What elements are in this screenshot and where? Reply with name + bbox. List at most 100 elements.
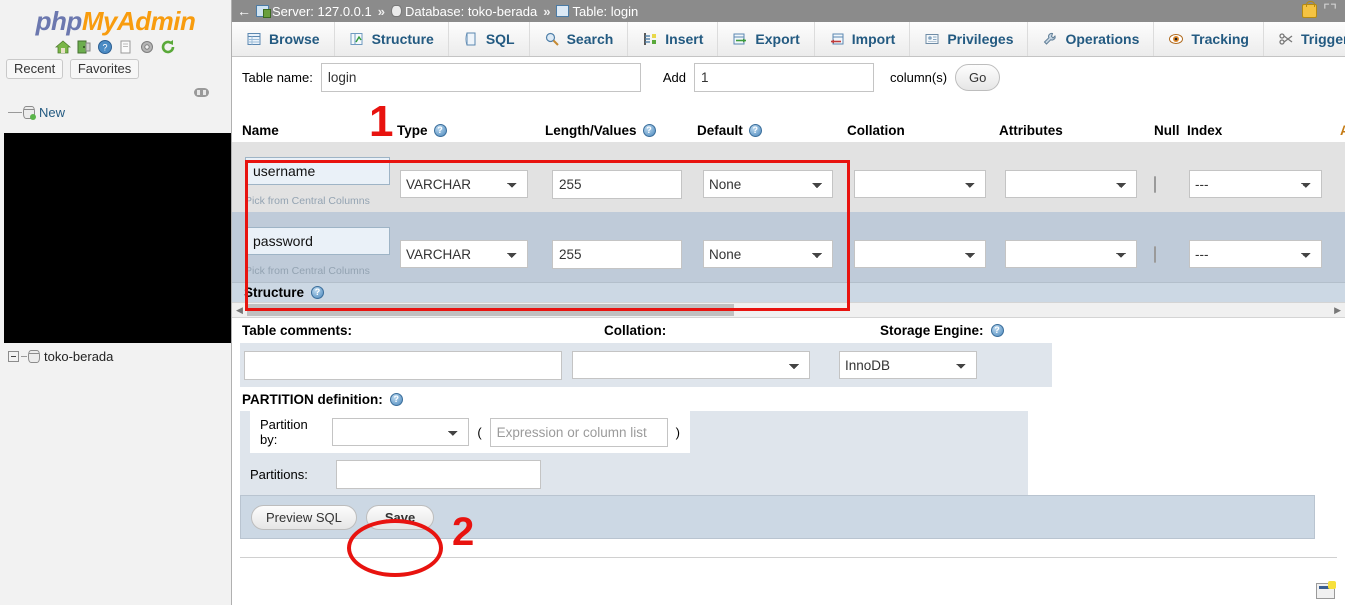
help-icon[interactable]: ? [97, 39, 113, 55]
column-default-select[interactable]: None [703, 240, 833, 268]
add-label: Add [662, 69, 686, 85]
favorites-button[interactable]: Favorites [69, 59, 140, 79]
scroll-right-arrow[interactable]: ▶ [1334, 305, 1341, 316]
logout-icon[interactable] [76, 39, 92, 55]
preview-sql-button[interactable]: Preview SQL [251, 504, 357, 530]
annotation-step-2: 2 [452, 510, 475, 554]
column-null-checkbox[interactable] [1154, 176, 1156, 193]
column-name-input[interactable] [245, 227, 390, 255]
home-icon[interactable] [54, 39, 72, 55]
breadcrumb-database[interactable]: Database: toko-berada [390, 4, 537, 19]
help-icon[interactable]: ? [311, 286, 325, 299]
console-icon[interactable] [1316, 581, 1336, 599]
storage-engine-select[interactable]: InnoDB [839, 351, 977, 379]
column-index-select[interactable]: --- [1189, 170, 1322, 198]
tree-connector [21, 355, 27, 357]
table-options-fields: InnoDB [240, 343, 1052, 387]
tab-triggers[interactable]: Triggers [1263, 22, 1345, 56]
settings-icon[interactable] [139, 39, 155, 55]
tab-insert-label: Insert [665, 31, 704, 47]
phpmyadmin-window: phpMyAdmin ? Recent Favorites New toko-b… [0, 0, 1345, 605]
sidebar-item-new[interactable]: New [0, 103, 231, 121]
column-attributes-select[interactable] [1005, 170, 1137, 198]
field-attributes-cell [1005, 170, 1137, 198]
triggers-icon [1278, 31, 1294, 47]
partition-section-header: PARTITION definition: ? [232, 387, 1345, 411]
header-null: Null [1154, 123, 1180, 138]
partitions-input[interactable] [336, 459, 541, 489]
tab-insert[interactable]: Insert [628, 22, 719, 56]
table-collation-select[interactable] [572, 351, 810, 379]
tab-sql[interactable]: SQL [448, 22, 530, 56]
tab-structure-label: Structure [371, 31, 434, 47]
tab-operations[interactable]: Operations [1028, 22, 1155, 56]
export-icon [732, 31, 748, 47]
column-type-select[interactable]: VARCHAR [400, 170, 528, 198]
column-type-select[interactable]: VARCHAR [400, 240, 528, 268]
server-icon [256, 5, 271, 18]
pick-central-columns-link[interactable]: Pick from Central Columns [245, 195, 390, 207]
breadcrumb: Server: 127.0.0.1 » Database: toko-berad… [256, 4, 638, 19]
add-columns-input[interactable] [693, 62, 874, 92]
recent-button[interactable]: Recent [6, 59, 64, 79]
lock-icon[interactable] [1301, 1, 1317, 18]
tab-export[interactable]: Export [718, 22, 815, 56]
tab-search[interactable]: Search [529, 22, 629, 56]
horizontal-scrollbar[interactable]: ◀ ▶ [232, 302, 1345, 318]
help-icon[interactable]: ? [748, 124, 762, 137]
partition-expression-input[interactable] [489, 417, 668, 447]
save-button[interactable]: Save [365, 504, 435, 530]
table-comments-label: Table comments: [242, 323, 353, 338]
tree-connector [8, 111, 22, 113]
column-null-checkbox[interactable] [1154, 246, 1156, 263]
column-name-input[interactable] [245, 157, 390, 185]
breadcrumb-table[interactable]: Table: login [556, 4, 638, 19]
help-icon[interactable]: ? [990, 324, 1004, 337]
table-name-label: Table name: [242, 69, 313, 85]
help-icon[interactable]: ? [389, 392, 403, 406]
column-collation-select[interactable] [854, 240, 986, 268]
field-index-cell: --- [1189, 170, 1322, 198]
tab-import[interactable]: Import [814, 22, 911, 56]
table-name-input[interactable] [320, 62, 641, 92]
tracking-icon [1168, 31, 1184, 47]
browse-icon [246, 31, 262, 47]
reload-icon[interactable] [160, 39, 176, 55]
scrollbar-thumb[interactable] [246, 304, 735, 316]
table-row: Pick from Central Columns VARCHAR None [232, 142, 1345, 212]
column-default-select[interactable]: None [703, 170, 833, 198]
columns-label: column(s) [889, 69, 948, 85]
table-comments-input[interactable] [244, 350, 562, 380]
scroll-left-arrow[interactable]: ◀ [236, 305, 243, 316]
expand-collapse-icon[interactable] [8, 350, 19, 362]
column-length-input[interactable] [552, 170, 682, 199]
breadcrumb-server[interactable]: Server: 127.0.0.1 [256, 4, 372, 19]
tab-browse[interactable]: Browse [232, 22, 335, 56]
column-collation-select[interactable] [854, 170, 986, 198]
operations-icon [1042, 31, 1058, 47]
go-button[interactable]: Go [955, 63, 1001, 91]
field-name-cell: Pick from Central Columns [245, 157, 390, 207]
column-index-select[interactable]: --- [1189, 240, 1322, 268]
scrollbar-track[interactable] [246, 304, 1330, 316]
phpmyadmin-logo[interactable]: phpMyAdmin [0, 0, 231, 37]
header-name: Name [242, 123, 279, 138]
collapse-icon[interactable]: ⌜⌝ [1323, 3, 1337, 18]
help-icon[interactable]: ? [433, 124, 447, 137]
docs-icon[interactable] [118, 39, 134, 55]
column-length-input[interactable] [552, 240, 682, 269]
tab-tracking[interactable]: Tracking [1154, 22, 1264, 56]
back-arrow-icon[interactable]: ← [232, 3, 256, 19]
tab-privileges[interactable]: Privileges [910, 22, 1029, 56]
sidebar-new-label: New [39, 104, 66, 120]
partition-by-select[interactable] [332, 418, 470, 446]
tab-structure[interactable]: Structure [334, 22, 449, 56]
column-attributes-select[interactable] [1005, 240, 1137, 268]
pin-icon[interactable] [194, 88, 209, 97]
sidebar-item-database[interactable]: toko-berada [0, 347, 113, 365]
pick-central-columns-link[interactable]: Pick from Central Columns [245, 265, 390, 277]
sidebar: phpMyAdmin ? Recent Favorites New toko-b… [0, 0, 232, 605]
header-type-label: Type [397, 123, 428, 138]
header-attributes: Attributes [999, 123, 1063, 138]
help-icon[interactable]: ? [642, 124, 656, 137]
